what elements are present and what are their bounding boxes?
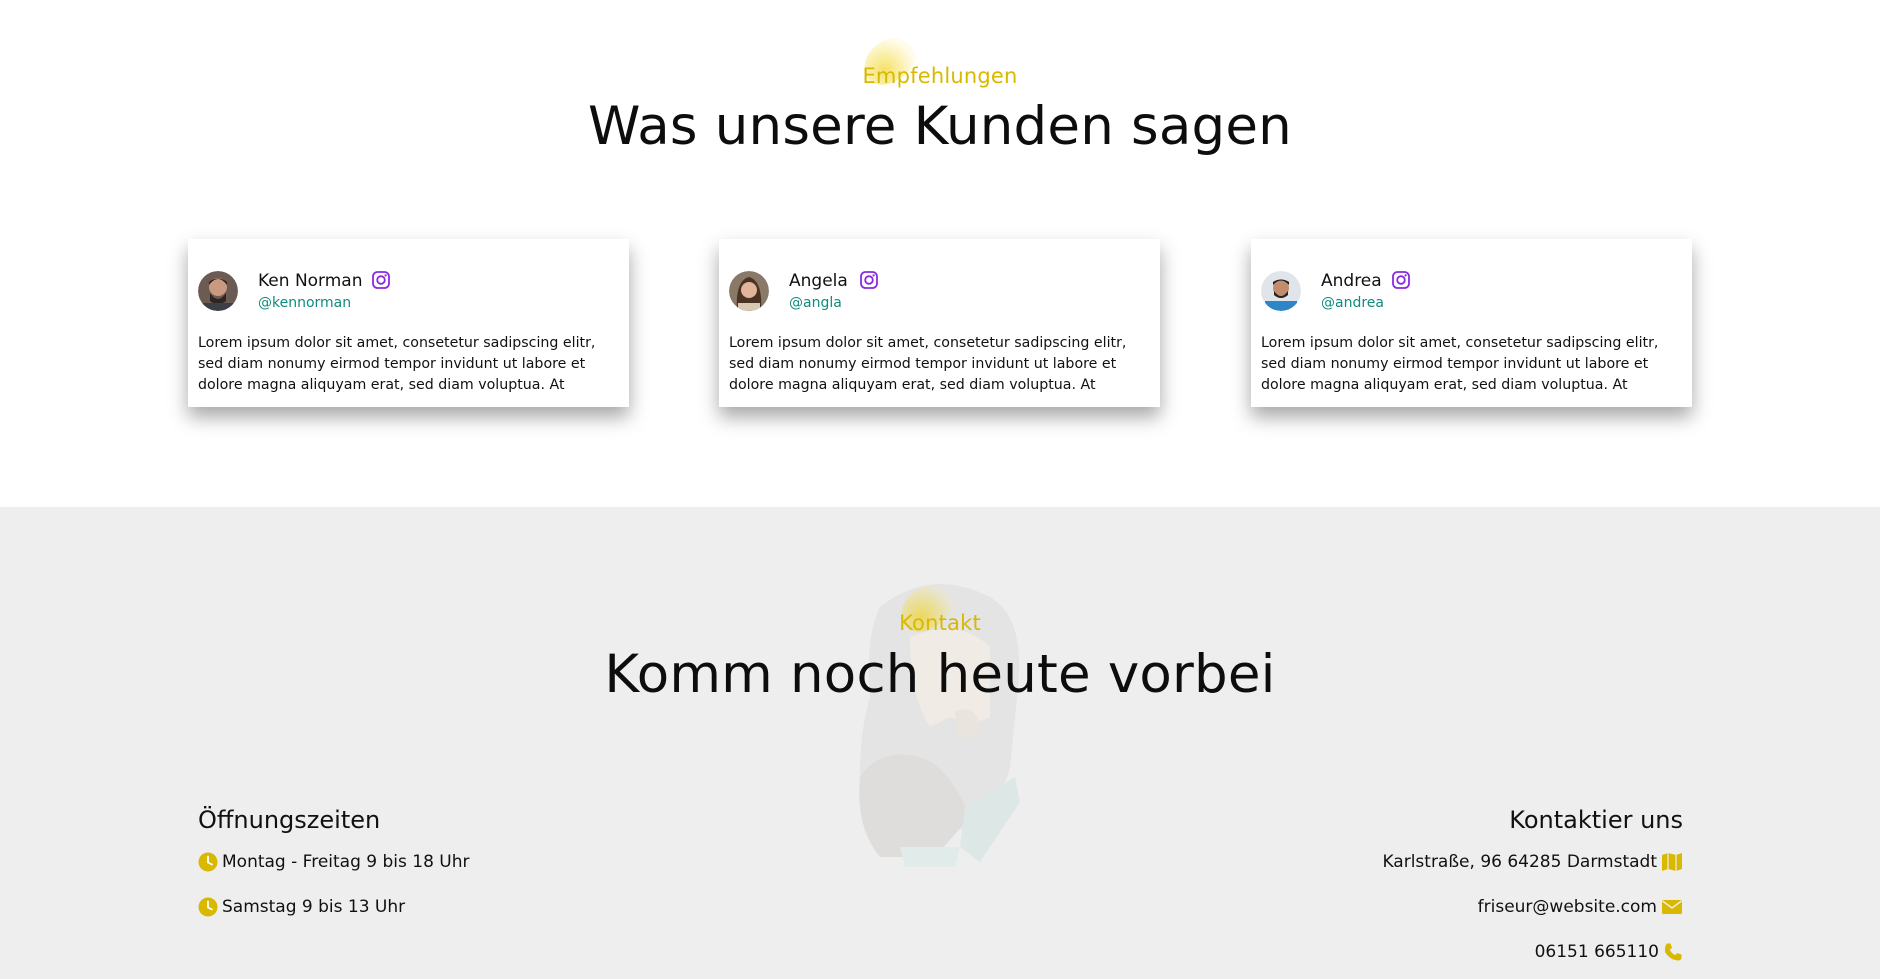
testimonials-eyebrow-label: Empfehlungen (862, 64, 1018, 88)
clock-icon (198, 897, 218, 917)
contact-eyebrow: Kontakt (892, 577, 981, 639)
contact-us-title: Kontaktier uns (1509, 806, 1683, 834)
instagram-icon[interactable] (371, 270, 391, 290)
testimonials-section: Empfehlungen Was unsere Kunden sagen Ken… (0, 0, 1880, 507)
contact-section: Kontakt Komm noch heute vorbei Öffnungsz… (0, 507, 1880, 979)
address-row: Karlstraße, 96 64285 Darmstadt (1382, 852, 1683, 872)
hours-title: Öffnungszeiten (198, 806, 381, 834)
reviewer-handle[interactable]: @angla (789, 295, 842, 311)
phone-row[interactable]: 06151 665110 (1535, 942, 1683, 962)
testimonials-title: Was unsere Kunden sagen (588, 96, 1292, 157)
phone-icon (1664, 943, 1682, 961)
reviewer-name: Angela (789, 271, 848, 291)
hours-row: Montag - Freitag 9 bis 18 Uhr (198, 852, 470, 872)
avatar (1261, 271, 1301, 311)
testimonial-text: Lorem ipsum dolor sit amet, consetetur s… (729, 335, 1127, 393)
clock-icon (198, 852, 218, 872)
contact-eyebrow-wrap: Kontakt (0, 577, 1880, 639)
testimonial-text: Lorem ipsum dolor sit amet, consetetur s… (1261, 335, 1659, 393)
avatar (198, 271, 238, 311)
reviewer-handle[interactable]: @andrea (1321, 295, 1384, 311)
address-text: Karlstraße, 96 64285 Darmstadt (1382, 852, 1657, 872)
email-row[interactable]: friseur@website.com (1478, 897, 1683, 917)
testimonials-eyebrow-wrap: Empfehlungen (0, 30, 1880, 92)
hours-text: Montag - Freitag 9 bis 18 Uhr (222, 852, 470, 872)
avatar (729, 271, 769, 311)
testimonial-text: Lorem ipsum dolor sit amet, consetetur s… (198, 335, 596, 393)
instagram-icon[interactable] (1391, 270, 1411, 290)
testimonials-eyebrow: Empfehlungen (856, 30, 1018, 92)
reviewer-name: Ken Norman (258, 271, 363, 291)
instagram-icon[interactable] (859, 270, 879, 290)
envelope-icon (1662, 900, 1682, 914)
testimonial-card: Ken Norman @kennorman Lorem ipsum dolor … (188, 239, 629, 407)
hours-text: Samstag 9 bis 13 Uhr (222, 897, 406, 917)
reviewer-name: Andrea (1321, 271, 1382, 291)
testimonial-card: Andrea @andrea Lorem ipsum dolor sit ame… (1251, 239, 1692, 407)
map-icon (1662, 853, 1682, 871)
testimonial-card: Angela @angla Lorem ipsum dolor sit amet… (719, 239, 1160, 407)
contact-eyebrow-label: Kontakt (899, 611, 981, 635)
phone-link[interactable]: 06151 665110 (1535, 942, 1659, 962)
reviewer-handle[interactable]: @kennorman (258, 295, 351, 311)
email-link[interactable]: friseur@website.com (1478, 897, 1657, 917)
contact-title: Komm noch heute vorbei (604, 644, 1276, 705)
hours-row: Samstag 9 bis 13 Uhr (198, 897, 405, 917)
